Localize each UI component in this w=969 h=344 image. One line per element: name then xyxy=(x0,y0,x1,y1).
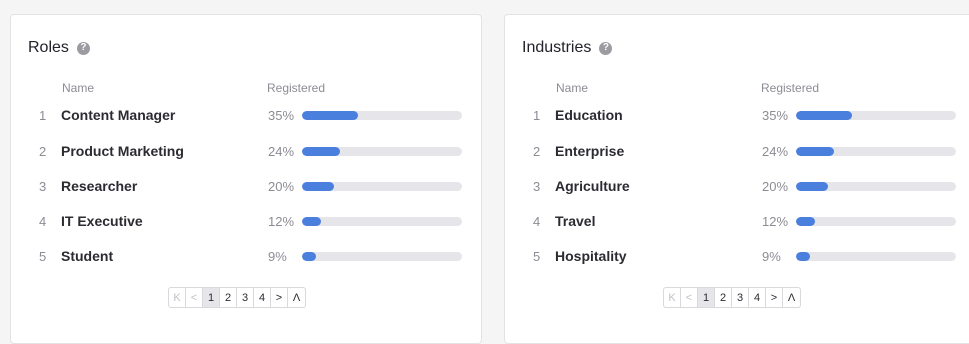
row-index: 5 xyxy=(39,249,47,264)
progress-fill xyxy=(796,147,835,156)
row-index: 2 xyxy=(533,144,541,159)
page-2-button[interactable]: 2 xyxy=(220,288,237,307)
row-name: IT Executive xyxy=(61,213,143,229)
row-index: 4 xyxy=(39,214,47,229)
page-3-button[interactable]: 3 xyxy=(237,288,254,307)
first-page-button[interactable]: K xyxy=(169,288,186,307)
page-3-button[interactable]: 3 xyxy=(732,288,749,307)
pagination: K < 1 2 3 4 > Λ xyxy=(168,287,306,308)
row-percent: 9% xyxy=(762,249,781,264)
progress-fill xyxy=(796,252,811,261)
progress-fill xyxy=(302,252,317,261)
progress-fill xyxy=(796,217,816,226)
table-row: 4 Travel 12% xyxy=(505,212,969,232)
roles-col-registered: Registered xyxy=(267,81,326,95)
progress-track xyxy=(302,147,462,156)
row-percent: 20% xyxy=(268,179,295,194)
table-row: 5 Student 9% xyxy=(11,247,481,267)
progress-track xyxy=(796,252,956,261)
help-icon[interactable]: ? xyxy=(599,41,613,55)
row-index: 5 xyxy=(533,249,541,264)
page-4-button[interactable]: 4 xyxy=(254,288,271,307)
last-page-button[interactable]: Λ xyxy=(783,288,800,307)
row-percent: 12% xyxy=(268,214,295,229)
row-name: Hospitality xyxy=(555,248,627,264)
progress-fill xyxy=(302,182,334,191)
progress-track xyxy=(302,217,462,226)
row-percent: 24% xyxy=(268,144,295,159)
page-1-button[interactable]: 1 xyxy=(203,288,220,307)
row-index: 1 xyxy=(39,108,47,123)
row-percent: 24% xyxy=(762,144,789,159)
row-index: 3 xyxy=(39,179,47,194)
row-name: Product Marketing xyxy=(61,143,184,159)
page-4-button[interactable]: 4 xyxy=(749,288,766,307)
progress-track xyxy=(796,147,956,156)
prev-page-button[interactable]: < xyxy=(186,288,203,307)
row-name: Travel xyxy=(555,213,596,229)
roles-title: Roles xyxy=(28,39,69,56)
industries-title-wrap: Industries ? xyxy=(522,39,613,57)
roles-col-name: Name xyxy=(62,81,95,95)
row-percent: 35% xyxy=(268,108,295,123)
progress-fill xyxy=(302,217,322,226)
roles-card: Roles ? Name Registered 1 Content Manage… xyxy=(10,14,482,344)
last-page-button[interactable]: Λ xyxy=(288,288,305,307)
industries-col-registered: Registered xyxy=(761,81,820,95)
row-percent: 20% xyxy=(762,179,789,194)
table-row: 3 Researcher 20% xyxy=(11,177,481,197)
next-page-button[interactable]: > xyxy=(766,288,783,307)
row-percent: 35% xyxy=(762,108,789,123)
roles-title-wrap: Roles ? xyxy=(28,39,90,57)
row-name: Agriculture xyxy=(555,178,630,194)
row-index: 4 xyxy=(533,214,541,229)
progress-track xyxy=(302,111,462,120)
row-index: 2 xyxy=(39,144,47,159)
row-name: Enterprise xyxy=(555,143,625,159)
page-2-button[interactable]: 2 xyxy=(715,288,732,307)
row-percent: 12% xyxy=(762,214,789,229)
table-row: 1 Education 35% xyxy=(505,106,969,126)
industries-col-name: Name xyxy=(556,81,589,95)
progress-track xyxy=(302,182,462,191)
row-percent: 9% xyxy=(268,249,287,264)
row-name: Researcher xyxy=(61,178,138,194)
progress-fill xyxy=(796,182,828,191)
row-name: Education xyxy=(555,107,623,123)
page-1-button[interactable]: 1 xyxy=(698,288,715,307)
first-page-button[interactable]: K xyxy=(664,288,681,307)
progress-track xyxy=(796,111,956,120)
table-row: 2 Product Marketing 24% xyxy=(11,142,481,162)
row-index: 3 xyxy=(533,179,541,194)
table-row: 3 Agriculture 20% xyxy=(505,177,969,197)
row-index: 1 xyxy=(533,108,541,123)
prev-page-button[interactable]: < xyxy=(681,288,698,307)
pagination: K < 1 2 3 4 > Λ xyxy=(663,287,801,308)
table-row: 4 IT Executive 12% xyxy=(11,212,481,232)
row-name: Content Manager xyxy=(61,107,176,123)
help-icon[interactable]: ? xyxy=(76,41,90,55)
table-row: 2 Enterprise 24% xyxy=(505,142,969,162)
progress-track xyxy=(796,182,956,191)
industries-title: Industries xyxy=(522,39,592,56)
progress-fill xyxy=(796,111,852,120)
progress-track xyxy=(302,252,462,261)
row-name: Student xyxy=(61,248,114,264)
table-row: 1 Content Manager 35% xyxy=(11,106,481,126)
progress-fill xyxy=(302,147,341,156)
progress-track xyxy=(796,217,956,226)
progress-fill xyxy=(302,111,358,120)
table-row: 5 Hospitality 9% xyxy=(505,247,969,267)
next-page-button[interactable]: > xyxy=(271,288,288,307)
industries-card: Industries ? Name Registered 1 Education… xyxy=(504,14,969,344)
